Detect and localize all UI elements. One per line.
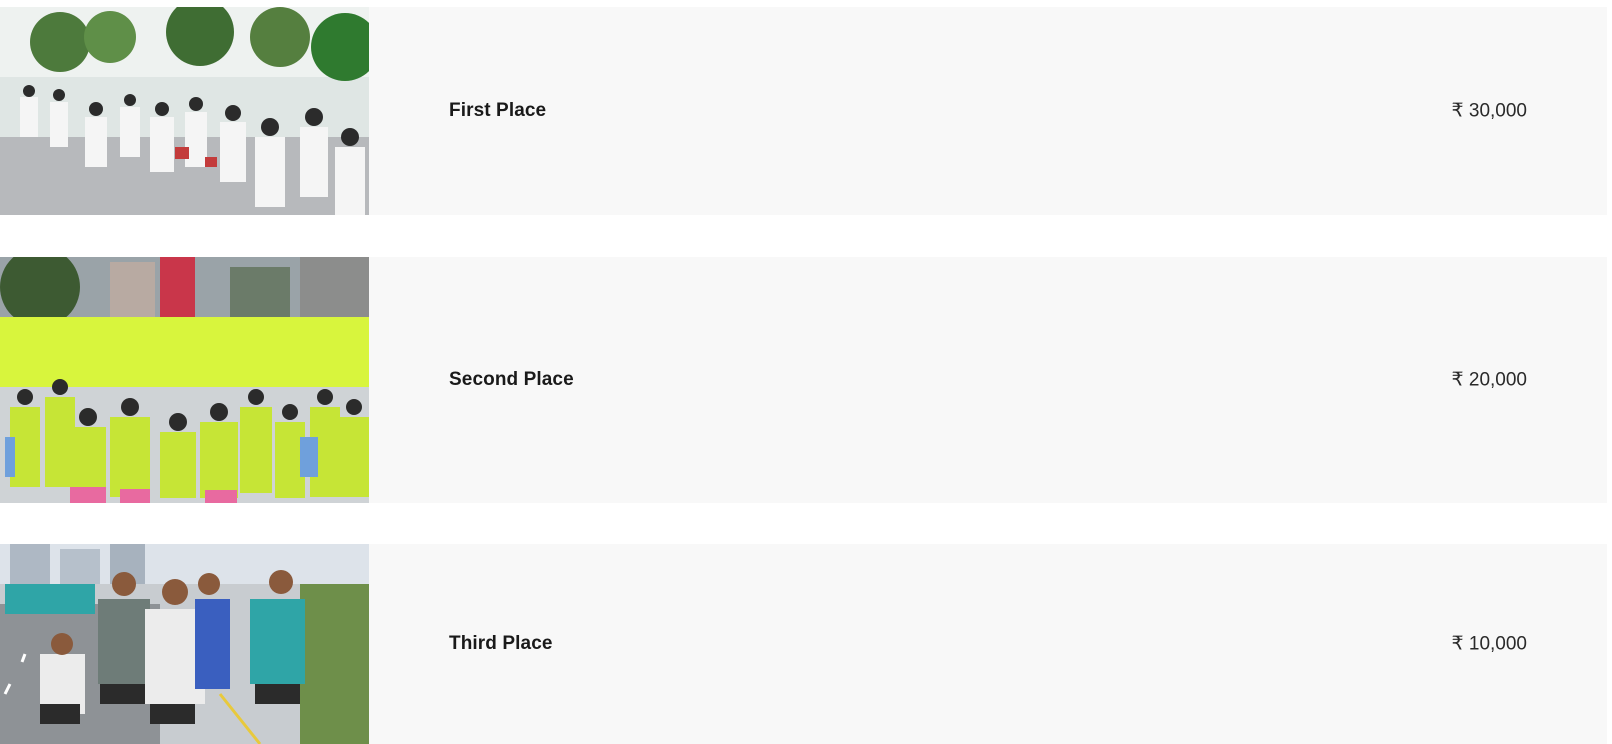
prize-place-title: First Place	[449, 100, 547, 121]
runners-image-icon	[0, 7, 369, 215]
prize-place-title: Third Place	[449, 633, 553, 654]
crowd-image-icon	[0, 257, 369, 503]
prize-row-first: First Place ₹ 30,000	[0, 7, 1607, 215]
prize-amount: ₹ 30,000	[1451, 100, 1527, 122]
prize-amount: ₹ 10,000	[1451, 633, 1527, 655]
prize-place-title: Second Place	[449, 369, 574, 390]
third-place-photo	[0, 544, 369, 744]
second-place-photo	[0, 257, 369, 503]
road-runners-image-icon	[0, 544, 369, 744]
prize-row-third: Third Place ₹ 10,000	[0, 544, 1607, 744]
prize-list: First Place ₹ 30,000 Second Place ₹ 20,0…	[0, 0, 1612, 744]
prize-amount: ₹ 20,000	[1451, 369, 1527, 391]
first-place-photo	[0, 7, 369, 215]
prize-row-second: Second Place ₹ 20,000	[0, 257, 1607, 503]
